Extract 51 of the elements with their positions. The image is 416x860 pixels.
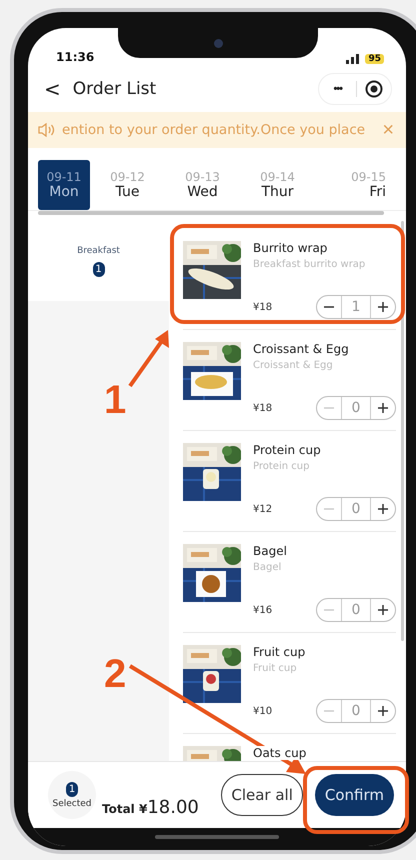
date-tab[interactable]: 09-15 Fri	[315, 160, 390, 210]
speaker-icon	[38, 123, 56, 137]
item-name: Fruit cup	[253, 645, 306, 659]
category-item[interactable]: Breakfast 1	[28, 221, 169, 301]
quantity-value: 1	[341, 296, 371, 318]
item-description: Breakfast burrito wrap	[253, 259, 366, 270]
item-name: Croissant & Egg	[253, 342, 349, 356]
date-tab[interactable]: 09-11 Mon	[38, 160, 90, 210]
date-tab[interactable]: 09-12 Tue	[90, 160, 165, 210]
more-button[interactable]: •••	[327, 83, 348, 95]
plus-icon	[377, 402, 389, 414]
item-price: ¥16	[253, 604, 272, 616]
item-description: Bagel	[253, 562, 282, 573]
notice-text: ention to your order quantity.Once you place	[62, 122, 366, 138]
step-number: 1	[104, 378, 126, 423]
back-button[interactable]: <	[44, 77, 61, 101]
date-tab[interactable]: 09-13 Wed	[165, 160, 240, 210]
arrow-drawing	[128, 328, 170, 388]
item-description: Croissant & Egg	[253, 360, 334, 371]
item-name: Burrito wrap	[253, 241, 328, 255]
item-name: Bagel	[253, 544, 287, 558]
quantity-value: 0	[341, 498, 371, 520]
target-icon[interactable]	[365, 80, 383, 98]
quantity-value: 0	[341, 397, 371, 419]
battery-level: 95	[365, 54, 384, 64]
item-price: ¥10	[253, 706, 272, 716]
item-description: Protein cup	[253, 461, 310, 472]
camera-icon	[214, 38, 222, 48]
plus-icon	[377, 705, 389, 717]
item-price: ¥18	[253, 302, 272, 312]
item-name: Oats cup	[253, 746, 306, 760]
plus-icon	[377, 604, 389, 616]
plus-icon	[377, 503, 389, 515]
signal-icon	[346, 54, 360, 64]
selected-label: Selected	[52, 798, 92, 808]
clear-all-button[interactable]: Clear all	[221, 774, 303, 816]
quantity-value: 0	[341, 700, 371, 722]
item-price: ¥18	[253, 402, 272, 414]
item-name: Protein cup	[253, 443, 321, 457]
quantity-value: 0	[341, 599, 371, 621]
item-price: ¥12	[253, 504, 272, 514]
order-total: Total ¥18.00	[102, 797, 199, 818]
status-time: 11:36	[56, 50, 94, 64]
page-title: Order List	[72, 79, 158, 99]
plus-icon	[377, 301, 389, 313]
step-number: 2	[104, 652, 126, 697]
count-badge: 1	[66, 782, 78, 796]
date-tab[interactable]: 09-14 Thur	[240, 160, 315, 210]
confirm-button[interactable]: Confirm	[314, 774, 394, 816]
count-badge: 1	[92, 262, 104, 276]
item-description: Fruit cup	[253, 663, 298, 674]
